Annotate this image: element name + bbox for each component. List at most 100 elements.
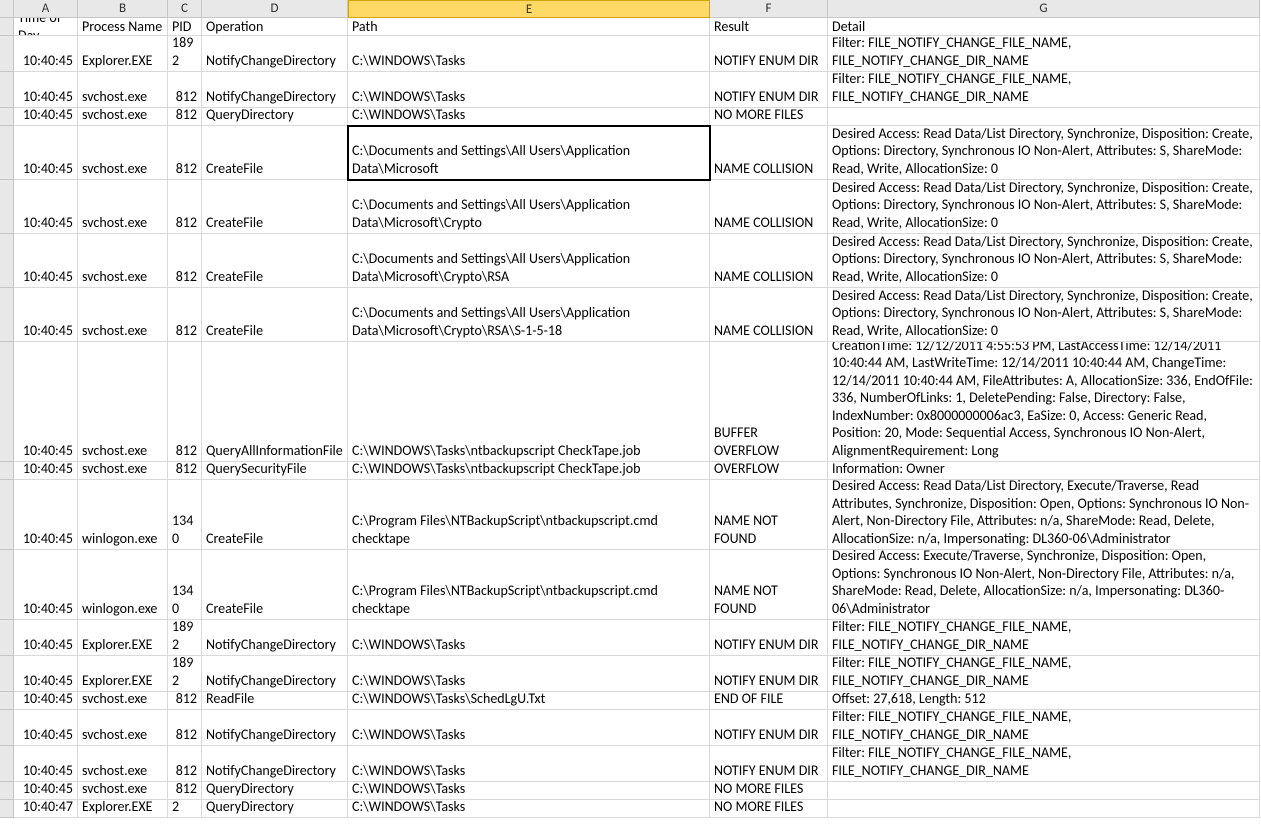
cell-op[interactable]: CreateFile [202,180,348,234]
cell-pid[interactable]: 1892 [168,620,202,656]
cell-pid[interactable]: 812 [168,710,202,746]
cell-det[interactable]: Filter: FILE_NOTIFY_CHANGE_FILE_NAME, FI… [828,36,1260,72]
header-cell-operation[interactable]: Operation [202,18,348,36]
row-header[interactable] [0,800,14,818]
column-header-E[interactable]: E [348,0,710,18]
cell-time[interactable]: 10:40:45 [14,126,78,180]
cell-op[interactable]: NotifyChangeDirectory [202,620,348,656]
cell-res[interactable]: NAME COLLISION [710,180,828,234]
cell-pid[interactable]: 812 [168,342,202,462]
row-header[interactable] [0,480,14,550]
column-header-G[interactable]: G [828,0,1260,18]
cell-time[interactable]: 10:40:45 [14,550,78,620]
column-header-C[interactable]: C [168,0,202,18]
cell-pid[interactable]: 812 [168,692,202,710]
cell-pid[interactable]: 1340 [168,480,202,550]
cell-time[interactable]: 10:40:45 [14,782,78,800]
row-header[interactable] [0,108,14,126]
cell-det[interactable]: Desired Access: Read Data/List Directory… [828,126,1260,180]
cell-op[interactable]: CreateFile [202,550,348,620]
row-header[interactable] [0,782,14,800]
cell-proc[interactable]: svchost.exe [78,692,168,710]
header-cell-result[interactable]: Result [710,18,828,36]
column-header-F[interactable]: F [710,0,828,18]
cell-res[interactable]: NAME NOT FOUND [710,480,828,550]
cell-path[interactable]: C:\Documents and Settings\All Users\Appl… [348,180,710,234]
cell-time[interactable]: 10:40:45 [14,746,78,782]
header-cell-detail[interactable]: Detail [828,18,1260,36]
cell-path[interactable]: C:\WINDOWS\Tasks [348,710,710,746]
cell-res[interactable]: NOTIFY ENUM DIR [710,710,828,746]
cell-time[interactable]: 10:40:45 [14,480,78,550]
cell-det[interactable]: Offset: 27,618, Length: 512 [828,692,1260,710]
row-header[interactable] [0,288,14,342]
cell-pid[interactable]: 812 [168,72,202,108]
cell-proc[interactable]: Explorer.EXE [78,620,168,656]
cell-time[interactable]: 10:40:45 [14,180,78,234]
cell-op[interactable]: CreateFile [202,234,348,288]
cell-op[interactable]: NotifyChangeDirectory [202,710,348,746]
cell-path[interactable]: C:\WINDOWS\Tasks [348,800,710,818]
cell-time[interactable]: 10:40:45 [14,36,78,72]
cell-det[interactable]: Filter: FILE_NOTIFY_CHANGE_FILE_NAME, FI… [828,746,1260,782]
cell-res[interactable]: BUFFER OVERFLOW [710,342,828,462]
cell-proc[interactable]: svchost.exe [78,342,168,462]
cell-proc[interactable]: svchost.exe [78,746,168,782]
row-header[interactable] [0,692,14,710]
spreadsheet-grid[interactable]: ABCDEFGTime of DayProcess NamePIDOperati… [0,0,1260,818]
cell-proc[interactable]: Explorer.EXE [78,36,168,72]
cell-proc[interactable]: winlogon.exe [78,480,168,550]
cell-path[interactable]: C:\Documents and Settings\All Users\Appl… [348,288,710,342]
cell-res[interactable]: NO MORE FILES [710,800,828,818]
cell-path[interactable]: C:\Documents and Settings\All Users\Appl… [348,126,710,180]
cell-time[interactable]: 10:40:45 [14,692,78,710]
row-header[interactable] [0,550,14,620]
header-cell-pid[interactable]: PID [168,18,202,36]
row-header[interactable] [0,342,14,462]
row-header[interactable] [0,18,14,36]
cell-res[interactable]: NAME NOT FOUND [710,550,828,620]
cell-det[interactable]: Filter: FILE_NOTIFY_CHANGE_FILE_NAME, FI… [828,710,1260,746]
cell-path[interactable]: C:\WINDOWS\Tasks\ntbackupscript CheckTap… [348,342,710,462]
cell-op[interactable]: QuerySecurityFile [202,462,348,480]
cell-time[interactable]: 10:40:45 [14,710,78,746]
cell-res[interactable]: NO MORE FILES [710,108,828,126]
cell-path[interactable]: C:\WINDOWS\Tasks\ntbackupscript CheckTap… [348,462,710,480]
cell-pid[interactable]: 1340 [168,550,202,620]
cell-path[interactable]: C:\WINDOWS\Tasks [348,108,710,126]
row-header[interactable] [0,72,14,108]
cell-pid[interactable]: 812 [168,126,202,180]
cell-op[interactable]: NotifyChangeDirectory [202,36,348,72]
cell-res[interactable]: NOTIFY ENUM DIR [710,36,828,72]
cell-path[interactable]: C:\Program Files\NTBackupScript\ntbackup… [348,550,710,620]
cell-det[interactable] [828,800,1260,818]
cell-path[interactable]: C:\WINDOWS\Tasks [348,620,710,656]
column-header-D[interactable]: D [202,0,348,18]
cell-res[interactable]: NAME COLLISION [710,126,828,180]
cell-det[interactable]: Desired Access: Read Data/List Directory… [828,288,1260,342]
cell-op[interactable]: CreateFile [202,126,348,180]
cell-pid[interactable]: 812 [168,746,202,782]
cell-path[interactable]: C:\Program Files\NTBackupScript\ntbackup… [348,480,710,550]
cell-det[interactable]: Filter: FILE_NOTIFY_CHANGE_FILE_NAME, FI… [828,620,1260,656]
row-header[interactable] [0,746,14,782]
cell-op[interactable]: NotifyChangeDirectory [202,72,348,108]
cell-op[interactable]: QueryAllInformationFile [202,342,348,462]
cell-proc[interactable]: svchost.exe [78,126,168,180]
row-header[interactable] [0,656,14,692]
cell-pid[interactable]: 1892 [168,800,202,818]
cell-res[interactable]: NAME COLLISION [710,234,828,288]
cell-op[interactable]: QueryDirectory [202,782,348,800]
row-header[interactable] [0,180,14,234]
cell-op[interactable]: CreateFile [202,480,348,550]
cell-pid[interactable]: 1892 [168,36,202,72]
cell-res[interactable]: NOTIFY ENUM DIR [710,620,828,656]
row-header[interactable] [0,620,14,656]
cell-pid[interactable]: 812 [168,462,202,480]
cell-time[interactable]: 10:40:45 [14,462,78,480]
cell-time[interactable]: 10:40:45 [14,234,78,288]
row-header[interactable] [0,126,14,180]
cell-pid[interactable]: 1892 [168,656,202,692]
cell-det[interactable]: Information: Owner [828,462,1260,480]
cell-res[interactable]: NOTIFY ENUM DIR [710,72,828,108]
